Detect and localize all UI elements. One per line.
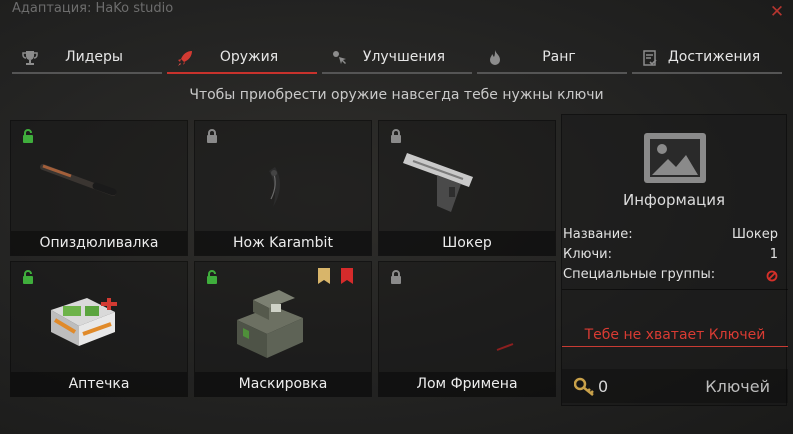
info-name-row: Название: Шокер: [562, 227, 778, 245]
divider: [562, 289, 788, 290]
tab-upgrades-label: Улучшения: [362, 49, 446, 65]
groups-label: Специальные группы:: [563, 267, 716, 282]
info-keys-row: Ключи: 1: [562, 247, 778, 265]
name-value: Шокер: [732, 227, 778, 242]
tab-leaders-label: Лидеры: [65, 49, 123, 65]
weapon-card-crowbar[interactable]: Лом Фримена: [378, 261, 556, 397]
karambit-image: [269, 167, 280, 207]
crowbar-image: [496, 343, 514, 351]
insufficient-keys-warning: Тебе не хватает Ключей: [562, 323, 788, 347]
tab-leaders[interactable]: Лидеры: [12, 44, 162, 74]
weapon-label: Нож Karambit: [195, 231, 371, 255]
title-bar[interactable]: Адаптация: HaKo studio ✕: [0, 0, 793, 26]
tab-weapons-label: Оружия: [219, 49, 279, 65]
disguise-box-image: [237, 290, 303, 358]
weapons-window: Адаптация: HaKo studio ✕ Лидеры Оружия У…: [0, 0, 793, 434]
tab-bar: Лидеры Оружия Улучшения Ранг Достижения: [12, 44, 782, 74]
name-label: Название:: [563, 227, 633, 242]
weapon-label: Лом Фримена: [379, 372, 555, 396]
keys-unit-label: Ключей: [705, 377, 770, 396]
weapon-card-karambit[interactable]: Нож Karambit: [194, 120, 372, 256]
keys-label: Ключи:: [563, 247, 612, 262]
tab-rank[interactable]: Ранг: [477, 44, 627, 74]
pistol-image: [403, 153, 473, 212]
weapon-label: Шокер: [379, 231, 555, 255]
weapon-card-disguise[interactable]: Маскировка: [194, 261, 372, 397]
info-title: Информация: [622, 191, 726, 209]
info-panel: Информация Название: Шокер Ключи: 1 Спец…: [561, 114, 788, 406]
window-title: Адаптация: HaKo studio: [12, 1, 174, 16]
keys-notice: Чтобы приобрести оружие навсегда тебе ну…: [189, 87, 604, 103]
weapons-grid: Опиздюливалка Нож Karambit Шокер Аптечка…: [10, 120, 557, 406]
medkit-image: [51, 298, 117, 346]
tab-weapons[interactable]: Оружия: [167, 44, 317, 74]
baton-image: [40, 164, 117, 196]
key-icon: [574, 377, 594, 396]
close-icon[interactable]: ✕: [769, 4, 785, 21]
weapon-card-stun-gun[interactable]: Шокер: [378, 120, 556, 256]
weapon-card-baton[interactable]: Опиздюливалка: [10, 120, 188, 256]
key-balance-bar: 0 Ключей: [562, 369, 788, 403]
weapon-label: Маскировка: [195, 372, 371, 396]
info-groups-row: Специальные группы:: [562, 267, 778, 285]
key-balance: 0: [598, 377, 609, 396]
tab-rank-label: Ранг: [542, 49, 576, 65]
weapon-label: Аптечка: [11, 372, 187, 396]
weapon-label: Опиздюливалка: [11, 231, 187, 255]
image-placeholder-icon: [644, 133, 706, 183]
weapon-card-medkit[interactable]: Аптечка: [10, 261, 188, 397]
tab-achievements-label: Достижения: [667, 49, 761, 65]
tab-achievements[interactable]: Достижения: [632, 44, 782, 74]
keys-value: 1: [769, 247, 778, 262]
tab-upgrades[interactable]: Улучшения: [322, 44, 472, 74]
prohibited-icon: [766, 267, 778, 286]
